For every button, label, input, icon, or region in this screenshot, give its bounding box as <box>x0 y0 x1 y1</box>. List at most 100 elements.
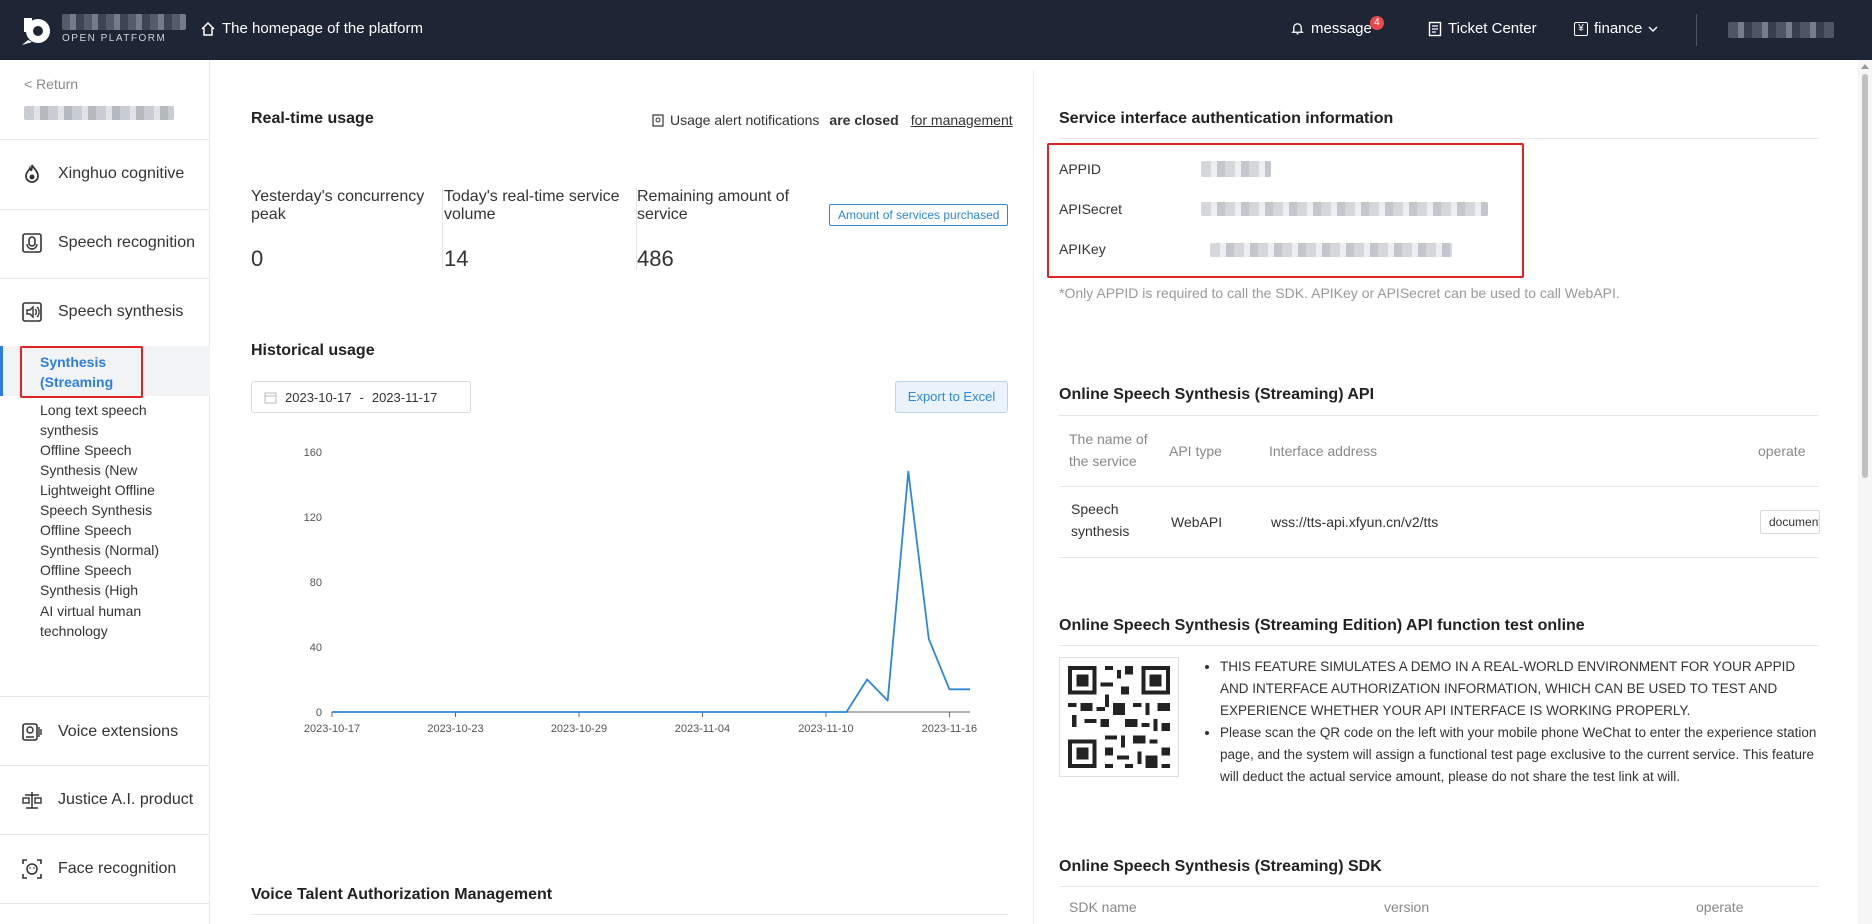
sidebar-item-speech-synthesis[interactable]: Speech synthesis <box>0 292 210 332</box>
scrollbar-thumb[interactable] <box>1862 74 1868 478</box>
api-section-title: Online Speech Synthesis (Streaming) API <box>1059 386 1375 403</box>
table-row-divider <box>1059 486 1819 487</box>
list-item: Please scan the QR code on the left with… <box>1220 722 1824 788</box>
y-tick-label: 40 <box>310 642 322 654</box>
sidebar-item-xinghuo[interactable]: Xinghuo cognitive <box>0 154 210 194</box>
x-tick-label: 2023-10-17 <box>304 723 360 735</box>
bell-icon <box>1291 23 1304 35</box>
test-description-list: THIS FEATURE SIMULATES A DEMO IN A REAL-… <box>1204 656 1824 788</box>
face-icon <box>20 857 44 881</box>
sidebar-item-label: Xinghuo cognitive <box>58 165 185 182</box>
sidebar-item-label: Speech recognition <box>58 234 194 251</box>
vertical-scrollbar[interactable] <box>1858 60 1872 924</box>
date-start: 2023-10-17 <box>285 389 352 405</box>
stat-label: Remaining amount of service <box>637 188 790 223</box>
account-name-blurred <box>24 106 174 120</box>
finance-dropdown[interactable]: ¥ finance <box>1574 20 1658 37</box>
sidebar-divider <box>0 139 210 140</box>
y-tick-label: 80 <box>310 577 322 589</box>
scroll-up-icon[interactable] <box>1861 64 1869 69</box>
sidebar-item-label: Speech synthesis <box>58 303 184 320</box>
voice-extension-icon <box>20 720 44 744</box>
stat-value: 0 <box>251 246 264 271</box>
sidebar-item-face-recognition[interactable]: Face recognition <box>0 849 210 889</box>
highlight-box <box>1047 143 1524 278</box>
logo-text-blurred <box>62 14 186 30</box>
sidebar-divider <box>0 209 210 210</box>
section-divider <box>1059 415 1819 416</box>
sidebar-subitem[interactable]: Offline Speech Synthesis (Normal) <box>40 520 180 560</box>
sidebar-subitem[interactable]: Offline Speech Synthesis (High Quality) <box>40 560 180 600</box>
date-separator: - <box>359 389 364 405</box>
logo-mark-icon <box>22 18 50 45</box>
api-document-button[interactable]: document <box>1760 510 1820 534</box>
historical-usage-chart: 0 40 80 120 160 2023-10-17 2023-10-23 2023-10-2… <box>304 447 978 735</box>
finance-icon: ¥ <box>1574 21 1588 36</box>
qr-code-icon <box>1060 658 1178 776</box>
sdk-header-operate: operate <box>1696 899 1744 915</box>
sidebar-subitem[interactable]: Long text speech synthesis <box>40 400 180 440</box>
usage-series-line <box>332 470 970 713</box>
chevron-down-icon <box>1648 26 1658 32</box>
date-end: 2023-11-17 <box>371 389 438 405</box>
stat-label: Today's real-time service volume <box>444 188 620 223</box>
sdk-section-title: Online Speech Synthesis (Streaming) SDK <box>1059 858 1382 875</box>
api-type-value: WebAPI <box>1171 514 1223 530</box>
historical-usage-title: Historical usage <box>251 342 375 359</box>
sidebar-subitem[interactable]: Offline Speech Synthesis (New Version) <box>40 440 180 480</box>
sidebar-item-justice-ai[interactable]: Justice A.I. product <box>0 780 210 820</box>
date-range-picker[interactable]: 2023-10-17 - 2023-11-17 <box>251 381 471 413</box>
sidebar-subitem[interactable]: AI virtual human technology <box>40 601 180 641</box>
sidebar-divider <box>0 834 210 835</box>
services-purchased-button[interactable]: Amount of services purchased <box>829 204 1009 226</box>
usage-alert-row: Usage alert notifications are closed for… <box>652 112 1013 128</box>
ticket-icon <box>1428 21 1442 36</box>
home-icon <box>201 21 215 36</box>
message-link[interactable]: message 4 <box>1290 16 1384 37</box>
stat-value: 14 <box>444 246 469 271</box>
section-divider <box>251 914 1008 915</box>
sidebar-item-speech-recognition[interactable]: Speech recognition <box>0 223 210 263</box>
usage-alert-label: Usage alert notifications <box>670 112 820 128</box>
realtime-usage-title: Real-time usage <box>251 110 374 127</box>
sidebar-item-voice-extensions[interactable]: Voice extensions <box>0 712 210 752</box>
x-tick-label: 2023-10-23 <box>427 723 483 735</box>
api-interface-address: wss://tts-api.xfyun.cn/v2/tts <box>1271 514 1439 530</box>
x-tick-label: 2023-11-04 <box>675 723 730 735</box>
user-account-blurred[interactable] <box>1728 22 1834 38</box>
export-excel-button[interactable]: Export to Excel <box>895 381 1008 413</box>
stat-divider <box>442 188 443 270</box>
sidebar-subitem[interactable]: Lightweight Offline Speech Synthesis (Ne… <box>40 480 180 520</box>
sidebar-divider <box>0 278 210 279</box>
top-navigation-bar: OPEN PLATFORM The homepage of the platfo… <box>0 0 1872 60</box>
microphone-icon <box>20 231 44 255</box>
stat-value: 486 <box>637 246 674 271</box>
y-tick-label: 160 <box>304 447 322 459</box>
x-tick-label: 2023-11-16 <box>922 723 977 735</box>
x-tick-label: 2023-10-29 <box>551 723 607 735</box>
section-divider <box>1059 645 1819 646</box>
platform-logo[interactable]: OPEN PLATFORM <box>18 10 186 50</box>
auth-info-title: Service interface authentication informa… <box>1059 110 1394 127</box>
logo-subtitle: OPEN PLATFORM <box>62 33 167 44</box>
qr-code <box>1059 657 1179 777</box>
sdk-header-name: SDK name <box>1069 899 1137 915</box>
stat-label: Yesterday's concurrency peak <box>251 188 425 223</box>
ticket-center-link[interactable]: Ticket Center <box>1428 20 1537 37</box>
sidebar-item-label: Face recognition <box>58 860 177 877</box>
sidebar-divider <box>0 765 210 766</box>
sdk-header-version: version <box>1384 899 1430 915</box>
topbar-divider <box>1696 14 1697 46</box>
list-item: THIS FEATURE SIMULATES A DEMO IN A REAL-… <box>1220 656 1824 722</box>
usage-alert-manage-link[interactable]: for management <box>911 112 1013 128</box>
table-row-divider <box>1059 557 1819 558</box>
return-link[interactable]: < Return <box>24 76 78 92</box>
speaker-icon <box>20 300 44 324</box>
alert-setting-icon <box>652 113 664 127</box>
api-service-name: Speech synthesis <box>1071 501 1130 539</box>
test-section-title: Online Speech Synthesis (Streaming Editi… <box>1059 617 1585 634</box>
api-header-address: Interface address <box>1269 443 1378 459</box>
auth-note: *Only APPID is required to call the SDK.… <box>1059 285 1620 301</box>
homepage-link[interactable]: The homepage of the platform <box>200 20 423 37</box>
sidebar-divider <box>0 903 210 904</box>
